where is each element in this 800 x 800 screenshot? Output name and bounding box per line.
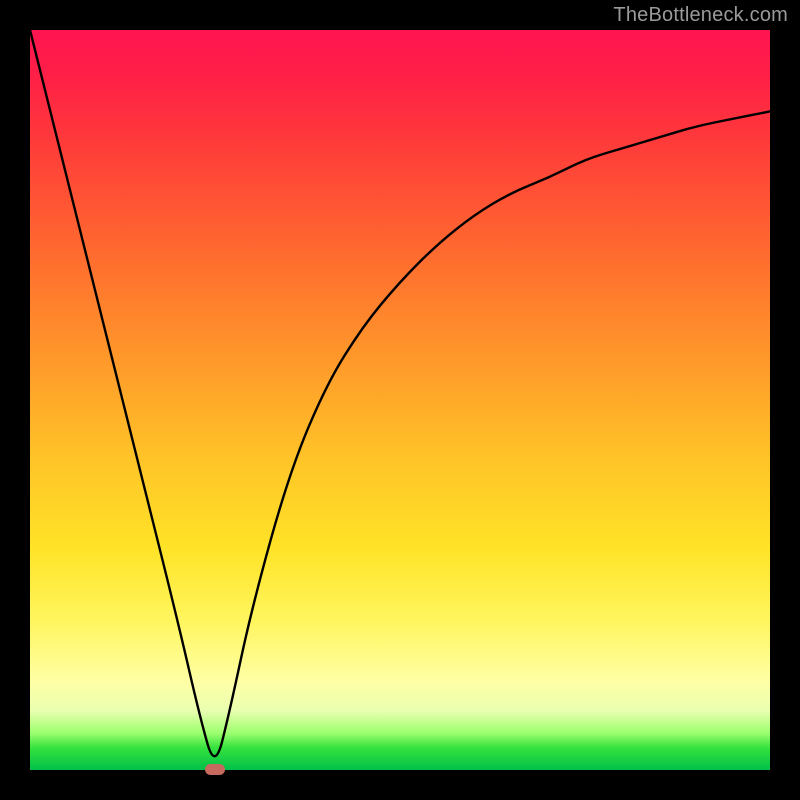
bottleneck-curve <box>30 30 770 770</box>
bottleneck-min-marker <box>205 764 225 775</box>
curve-path <box>30 30 770 756</box>
watermark-text: TheBottleneck.com <box>613 4 788 27</box>
plot-area <box>30 30 770 770</box>
chart-frame: TheBottleneck.com <box>0 0 800 800</box>
